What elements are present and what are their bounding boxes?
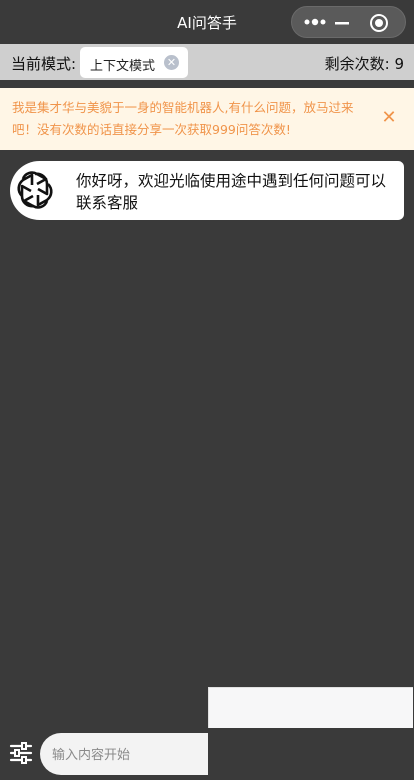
chip-close-icon[interactable]: ✕ — [164, 55, 179, 70]
input-placeholder: 输入内容开始 — [52, 748, 131, 763]
notice-bar: 我是集才华与美貌于一身的智能机器人,有什么问题，放马过来吧！没有次数的话直接分享… — [0, 88, 414, 150]
remaining-label: 剩余次数: — [324, 55, 390, 73]
remaining-count: 剩余次数: 9 — [325, 53, 404, 74]
notice-text: 我是集才华与美貌于一身的智能机器人,有什么问题，放马过来吧！没有次数的话直接分享… — [12, 100, 354, 137]
input-bar: 输入内容开始 — [0, 728, 414, 780]
remaining-value: 9 — [394, 55, 404, 73]
bot-message: 你好呀，欢迎光临使用途中遇到任何问题可以联系客服 — [10, 161, 404, 220]
miniprogram-capsule — [291, 6, 406, 38]
close-target-icon[interactable] — [369, 13, 389, 33]
message-text: 你好呀，欢迎光临使用途中遇到任何问题可以联系客服 — [76, 172, 387, 212]
mode-chip-label: 上下文模式 — [90, 59, 156, 74]
mode-label: 当前模式: — [11, 55, 77, 73]
navigation-bar: AI问答手 — [0, 0, 414, 44]
mode-chip[interactable]: 上下文模式 ✕ — [80, 47, 188, 78]
mode-bar: 当前模式: 上下文模式 ✕ 剩余次数: 9 — [0, 44, 414, 80]
message-input[interactable]: 输入内容开始 — [40, 733, 208, 775]
close-icon[interactable]: ✕ — [379, 108, 399, 128]
settings-sliders-icon[interactable] — [8, 740, 34, 766]
more-icon[interactable] — [302, 14, 328, 30]
openai-logo-icon — [17, 171, 53, 209]
minimize-icon[interactable] — [332, 16, 354, 30]
